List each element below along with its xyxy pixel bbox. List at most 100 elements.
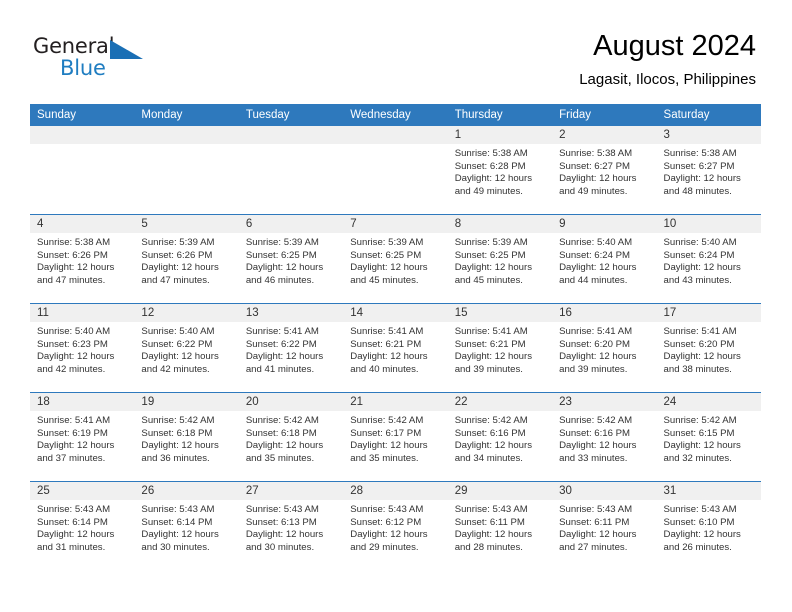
- calendar-day-cell[interactable]: 28 Sunrise: 5:43 AM Sunset: 6:12 PM Dayligh…: [343, 481, 448, 570]
- calendar-day-cell[interactable]: 22 Sunrise: 5:42 AM Sunset: 6:16 PM Dayligh…: [447, 392, 553, 482]
- day-detail-sunset: Sunset: 6:18 PM: [141, 427, 213, 439]
- day-cell-inner: 6 Sunrise: 5:39 AM Sunset: 6:25 PM Daylight…: [238, 215, 344, 303]
- day-details: Sunrise: 5:38 AM Sunset: 6:27 PM Daylight:…: [657, 144, 761, 198]
- day-cell-inner: [30, 126, 135, 214]
- day-detail-daylight1: Daylight: 12 hours: [141, 440, 219, 452]
- day-number: 2: [552, 126, 657, 144]
- calendar-day-cell[interactable]: 10 Sunrise: 5:40 AM Sunset: 6:24 PM Dayligh…: [656, 214, 761, 304]
- day-number: 26: [134, 482, 239, 500]
- calendar-day-cell[interactable]: 29 Sunrise: 5:43 AM Sunset: 6:11 PM Dayligh…: [447, 481, 553, 570]
- day-detail-daylight1: Daylight: 12 hours: [37, 351, 115, 363]
- calendar-day-cell[interactable]: 16 Sunrise: 5:41 AM Sunset: 6:20 PM Dayligh…: [552, 303, 657, 393]
- calendar-page: General Blue August 2024 Lagasit, Ilocos…: [0, 0, 792, 612]
- calendar-day-cell[interactable]: 13 Sunrise: 5:41 AM Sunset: 6:22 PM Dayligh…: [238, 303, 344, 393]
- day-details: Sunrise: 5:43 AM Sunset: 6:13 PM Daylight:…: [239, 500, 343, 554]
- calendar-day-cell[interactable]: 24 Sunrise: 5:42 AM Sunset: 6:15 PM Dayligh…: [656, 392, 761, 482]
- day-details: Sunrise: 5:43 AM Sunset: 6:10 PM Daylight:…: [657, 500, 761, 554]
- day-cell-inner: 13 Sunrise: 5:41 AM Sunset: 6:22 PM Dayligh…: [238, 304, 344, 392]
- day-number: 14: [343, 304, 448, 322]
- day-detail-sunrise: Sunrise: 5:40 AM: [559, 237, 633, 248]
- day-detail-sunset: Sunset: 6:22 PM: [245, 338, 317, 350]
- calendar-day-cell[interactable]: 26 Sunrise: 5:43 AM Sunset: 6:14 PM Dayligh…: [134, 481, 239, 570]
- day-detail-sunset: Sunset: 6:28 PM: [454, 160, 526, 172]
- day-cell-inner: 27 Sunrise: 5:43 AM Sunset: 6:13 PM Dayligh…: [238, 482, 344, 570]
- day-number: 17: [656, 304, 761, 322]
- calendar-day-cell[interactable]: 12 Sunrise: 5:40 AM Sunset: 6:22 PM Dayligh…: [134, 303, 239, 393]
- day-detail-daylight2: and 45 minutes.: [454, 274, 523, 286]
- calendar-day-cell[interactable]: 17 Sunrise: 5:41 AM Sunset: 6:20 PM Dayligh…: [656, 303, 761, 393]
- day-detail-daylight1: Daylight: 12 hours: [245, 351, 324, 363]
- day-number: 1: [447, 126, 553, 144]
- day-detail-sunset: Sunset: 6:11 PM: [559, 516, 630, 528]
- day-detail-sunrise: Sunrise: 5:38 AM: [663, 148, 737, 159]
- day-details: Sunrise: 5:42 AM Sunset: 6:18 PM Daylight:…: [239, 411, 343, 465]
- day-number: 6: [238, 215, 344, 233]
- day-cell-inner: 8 Sunrise: 5:39 AM Sunset: 6:25 PM Daylight…: [447, 215, 553, 303]
- day-detail-daylight2: and 46 minutes.: [245, 274, 315, 286]
- calendar-day-cell[interactable]: 30 Sunrise: 5:43 AM Sunset: 6:11 PM Dayligh…: [552, 481, 657, 570]
- calendar-day-cell[interactable]: 2 Sunrise: 5:38 AM Sunset: 6:27 PM Daylight…: [552, 126, 657, 215]
- day-cell-inner: 29 Sunrise: 5:43 AM Sunset: 6:11 PM Dayligh…: [447, 482, 553, 570]
- logo-text-blue: Blue: [60, 56, 106, 80]
- calendar-day-cell[interactable]: 18 Sunrise: 5:41 AM Sunset: 6:19 PM Dayligh…: [30, 392, 135, 482]
- calendar-cell-empty: [134, 126, 239, 215]
- calendar-day-cell[interactable]: 11 Sunrise: 5:40 AM Sunset: 6:23 PM Dayligh…: [30, 303, 135, 393]
- day-number: 5: [134, 215, 239, 233]
- day-detail-sunset: Sunset: 6:10 PM: [663, 516, 735, 528]
- day-detail-daylight2: and 27 minutes.: [559, 541, 628, 553]
- day-cell-inner: 3 Sunrise: 5:38 AM Sunset: 6:27 PM Daylight…: [656, 126, 761, 214]
- day-detail-sunrise: Sunrise: 5:41 AM: [559, 326, 633, 337]
- day-number: 3: [656, 126, 761, 144]
- day-detail-daylight1: Daylight: 12 hours: [37, 262, 115, 274]
- day-details: Sunrise: 5:41 AM Sunset: 6:19 PM Daylight:…: [30, 411, 134, 465]
- day-number: 31: [656, 482, 761, 500]
- calendar-day-cell[interactable]: 1 Sunrise: 5:38 AM Sunset: 6:28 PM Daylight…: [447, 126, 553, 215]
- day-detail-daylight2: and 48 minutes.: [663, 185, 732, 197]
- day-detail-daylight1: Daylight: 12 hours: [350, 440, 428, 452]
- page-title: August 2024: [593, 30, 756, 62]
- calendar-day-cell[interactable]: 4 Sunrise: 5:38 AM Sunset: 6:26 PM Daylight…: [30, 214, 135, 304]
- day-cell-inner: 5 Sunrise: 5:39 AM Sunset: 6:26 PM Daylight…: [134, 215, 239, 303]
- calendar-day-cell[interactable]: 25 Sunrise: 5:43 AM Sunset: 6:14 PM Dayligh…: [30, 481, 135, 570]
- day-detail-daylight1: Daylight: 12 hours: [141, 351, 219, 363]
- day-detail-sunrise: Sunrise: 5:39 AM: [245, 237, 319, 248]
- day-detail-daylight1: Daylight: 12 hours: [245, 529, 324, 541]
- calendar-day-cell[interactable]: 14 Sunrise: 5:41 AM Sunset: 6:21 PM Dayligh…: [343, 303, 448, 393]
- calendar-day-cell[interactable]: 9 Sunrise: 5:40 AM Sunset: 6:24 PM Daylight…: [552, 214, 657, 304]
- day-detail-daylight2: and 32 minutes.: [663, 452, 732, 464]
- day-detail-daylight2: and 35 minutes.: [350, 452, 419, 464]
- calendar-day-cell[interactable]: 23 Sunrise: 5:42 AM Sunset: 6:16 PM Dayligh…: [552, 392, 657, 482]
- day-detail-sunset: Sunset: 6:21 PM: [350, 338, 422, 350]
- calendar-day-cell[interactable]: 15 Sunrise: 5:41 AM Sunset: 6:21 PM Dayligh…: [447, 303, 553, 393]
- day-details: Sunrise: 5:38 AM Sunset: 6:26 PM Daylight:…: [30, 233, 134, 287]
- calendar-day-cell[interactable]: 6 Sunrise: 5:39 AM Sunset: 6:25 PM Daylight…: [238, 214, 344, 304]
- day-detail-sunset: Sunset: 6:14 PM: [141, 516, 213, 528]
- weekday-header-thursday: Thursday: [447, 104, 553, 126]
- day-detail-daylight1: Daylight: 12 hours: [663, 440, 741, 452]
- day-detail-sunrise: Sunrise: 5:41 AM: [37, 415, 111, 426]
- calendar-day-cell[interactable]: 20 Sunrise: 5:42 AM Sunset: 6:18 PM Dayligh…: [238, 392, 344, 482]
- calendar-day-cell[interactable]: 19 Sunrise: 5:42 AM Sunset: 6:18 PM Dayligh…: [134, 392, 239, 482]
- day-detail-daylight2: and 42 minutes.: [141, 363, 210, 375]
- day-cell-inner: 19 Sunrise: 5:42 AM Sunset: 6:18 PM Dayligh…: [134, 393, 239, 481]
- day-detail-sunrise: Sunrise: 5:42 AM: [663, 415, 737, 426]
- weekday-header-friday: Friday: [552, 104, 657, 126]
- day-detail-sunset: Sunset: 6:12 PM: [350, 516, 422, 528]
- day-detail-daylight1: Daylight: 12 hours: [350, 351, 428, 363]
- day-detail-daylight1: Daylight: 12 hours: [559, 440, 637, 452]
- calendar-day-cell[interactable]: 27 Sunrise: 5:43 AM Sunset: 6:13 PM Dayligh…: [238, 481, 344, 570]
- calendar-table: Sunday Monday Tuesday Wednesday Thursday…: [30, 104, 761, 570]
- generalblue-logo[interactable]: General Blue: [33, 34, 148, 86]
- calendar-day-cell[interactable]: 5 Sunrise: 5:39 AM Sunset: 6:26 PM Daylight…: [134, 214, 239, 304]
- calendar-day-cell[interactable]: 21 Sunrise: 5:42 AM Sunset: 6:17 PM Dayligh…: [343, 392, 448, 482]
- calendar-header-row: Sunday Monday Tuesday Wednesday Thursday…: [30, 104, 761, 126]
- calendar-day-cell[interactable]: 3 Sunrise: 5:38 AM Sunset: 6:27 PM Daylight…: [656, 126, 761, 215]
- day-details: Sunrise: 5:42 AM Sunset: 6:16 PM Daylight:…: [552, 411, 656, 465]
- day-details: Sunrise: 5:39 AM Sunset: 6:25 PM Daylight:…: [448, 233, 552, 287]
- calendar-week-row: 18 Sunrise: 5:41 AM Sunset: 6:19 PM Dayligh…: [30, 392, 761, 482]
- day-detail-sunrise: Sunrise: 5:42 AM: [350, 415, 424, 426]
- day-detail-daylight1: Daylight: 12 hours: [559, 351, 637, 363]
- calendar-day-cell[interactable]: 7 Sunrise: 5:39 AM Sunset: 6:25 PM Daylight…: [343, 214, 448, 304]
- calendar-day-cell[interactable]: 8 Sunrise: 5:39 AM Sunset: 6:25 PM Daylight…: [447, 214, 553, 304]
- calendar-day-cell[interactable]: 31 Sunrise: 5:43 AM Sunset: 6:10 PM Dayligh…: [656, 481, 761, 570]
